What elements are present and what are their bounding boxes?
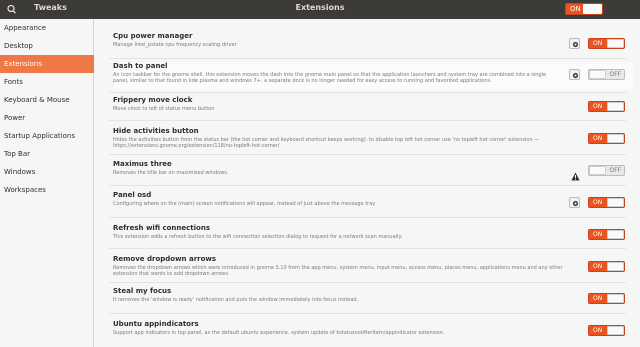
extension-row-frippery-move-clock: Frippery move clock Move clock to left o… xyxy=(113,96,633,116)
sidebar-item-desktop[interactable]: Desktop xyxy=(0,37,94,55)
extension-description: This extension adds a refresh button to … xyxy=(113,234,403,240)
extension-description: Manage Intel_pstate cpu frequency scalin… xyxy=(113,42,237,48)
extension-title: Remove dropdown arrows xyxy=(113,255,217,263)
row-divider xyxy=(109,282,626,283)
extension-row-dash-to-panel: Dash to panel An icon taskbar for the gn… xyxy=(113,62,633,90)
toggle-knob xyxy=(583,4,602,14)
extension-toggle-dash-to-panel[interactable]: OFF xyxy=(588,69,625,80)
extension-row-hide-activities-button: Hide activities button Hides the activit… xyxy=(113,127,633,153)
toggle-knob xyxy=(589,166,606,175)
sidebar-item-top-bar[interactable]: Top Bar xyxy=(0,145,94,163)
toggle-label: ON xyxy=(593,327,603,334)
settings-gear-icon[interactable] xyxy=(569,197,580,208)
row-divider xyxy=(109,248,626,249)
extension-description: Removes the title bar on maximised windo… xyxy=(113,170,229,176)
row-divider xyxy=(109,313,626,314)
extension-description: Support app indicators in top panel, as … xyxy=(113,330,445,336)
extension-toggle-hide-activities-button[interactable]: ON xyxy=(588,133,625,144)
extension-title: Hide activities button xyxy=(113,127,199,135)
row-divider xyxy=(109,120,626,121)
extension-title: Panel osd xyxy=(113,191,152,199)
toggle-label: ON xyxy=(593,295,603,302)
extension-description: Configuring where on the (main) screen n… xyxy=(113,201,376,207)
extension-row-steal-my-focus: Steal my focus It removes the 'window is… xyxy=(113,287,633,307)
sidebar-item-startup-applications[interactable]: Startup Applications xyxy=(0,127,94,145)
extension-title: Refresh wifi connections xyxy=(113,224,210,232)
warning-icon xyxy=(571,166,580,181)
toggle-knob xyxy=(607,294,624,303)
toggle-label: OFF xyxy=(609,167,621,174)
toggle-knob xyxy=(589,70,606,79)
extension-row-cpu-power-manager: Cpu power manager Manage Intel_pstate cp… xyxy=(113,32,633,54)
toggle-knob xyxy=(607,102,624,111)
extension-description: An icon taskbar for the gnome shell. thi… xyxy=(113,72,547,85)
settings-gear-icon[interactable] xyxy=(569,38,580,49)
toggle-label: ON xyxy=(593,263,603,270)
extension-row-ubuntu-appindicators: Ubuntu appindicators Support app indicat… xyxy=(113,320,633,340)
toggle-knob xyxy=(607,230,624,239)
toggle-knob xyxy=(607,198,624,207)
extension-toggle-refresh-wifi[interactable]: ON xyxy=(588,229,625,240)
sidebar: Appearance Desktop Extensions Fonts Keyb… xyxy=(0,19,94,347)
toggle-knob xyxy=(607,39,624,48)
extensions-list: Cpu power manager Manage Intel_pstate cp… xyxy=(95,19,640,347)
extension-toggle-panel-osd[interactable]: ON xyxy=(588,197,625,208)
extension-toggle-maximus-three[interactable]: OFF xyxy=(588,165,625,176)
extension-toggle-steal-my-focus[interactable]: ON xyxy=(588,293,625,304)
row-divider xyxy=(109,185,626,186)
extension-title: Dash to panel xyxy=(113,62,168,70)
extension-description: Removes the dropdown arrows which were i… xyxy=(113,265,563,278)
extension-description: Move clock to left of status menu button xyxy=(113,106,215,112)
extension-title: Maximus three xyxy=(113,160,172,168)
extension-title: Ubuntu appindicators xyxy=(113,320,199,328)
global-toggle-label: ON xyxy=(570,5,581,13)
extension-row-maximus-three: Maximus three Removes the title bar on m… xyxy=(113,160,633,180)
extension-title: Cpu power manager xyxy=(113,32,193,40)
toggle-label: ON xyxy=(593,103,603,110)
settings-gear-icon[interactable] xyxy=(569,69,580,80)
extension-title: Steal my focus xyxy=(113,287,172,295)
extension-description: Hides the activities button from the sta… xyxy=(113,137,540,150)
toggle-knob xyxy=(607,326,624,335)
window-title: Extensions xyxy=(295,3,345,12)
extension-toggle-ubuntu-appindicators[interactable]: ON xyxy=(588,325,625,336)
toggle-label: ON xyxy=(593,199,603,206)
sidebar-item-keyboard-mouse[interactable]: Keyboard & Mouse xyxy=(0,91,94,109)
row-divider xyxy=(109,154,626,155)
extension-row-panel-osd: Panel osd Configuring where on the (main… xyxy=(113,191,633,211)
extension-row-refresh-wifi: Refresh wifi connections This extension … xyxy=(113,224,633,244)
sidebar-item-extensions[interactable]: Extensions xyxy=(0,55,94,73)
extension-toggle-cpu-power-manager[interactable]: ON xyxy=(588,38,625,49)
toggle-label: OFF xyxy=(609,71,621,78)
toggle-label: ON xyxy=(593,231,603,238)
toggle-label: ON xyxy=(593,40,603,47)
extension-title: Frippery move clock xyxy=(113,96,193,104)
sidebar-item-windows[interactable]: Windows xyxy=(0,163,94,181)
sidebar-item-power[interactable]: Power xyxy=(0,109,94,127)
toggle-knob xyxy=(607,262,624,271)
row-divider xyxy=(109,58,626,59)
extension-description: It removes the 'window is ready' notific… xyxy=(113,297,359,303)
extension-toggle-frippery-move-clock[interactable]: ON xyxy=(588,101,625,112)
global-extensions-toggle[interactable]: ON xyxy=(565,3,603,15)
extension-row-remove-dropdown-arrows: Remove dropdown arrows Removes the dropd… xyxy=(113,255,633,281)
row-divider xyxy=(109,92,626,93)
toggle-knob xyxy=(607,134,624,143)
row-divider xyxy=(109,217,626,218)
sidebar-item-appearance[interactable]: Appearance xyxy=(0,19,94,37)
header-bar: Tweaks Extensions ON xyxy=(0,0,640,19)
sidebar-item-workspaces[interactable]: Workspaces xyxy=(0,181,94,199)
toggle-label: ON xyxy=(593,135,603,142)
extension-toggle-remove-dropdown-arrows[interactable]: ON xyxy=(588,261,625,272)
sidebar-item-fonts[interactable]: Fonts xyxy=(0,73,94,91)
